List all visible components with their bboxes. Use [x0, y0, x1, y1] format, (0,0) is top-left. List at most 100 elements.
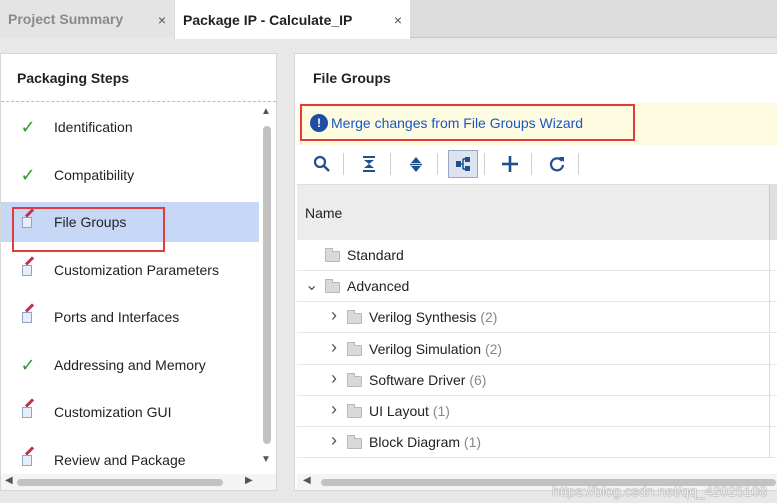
file-group-name: Software Driver (6) — [369, 372, 486, 388]
search-icon[interactable] — [307, 150, 337, 178]
refresh-icon[interactable] — [542, 150, 572, 178]
file-count: (2) — [484, 340, 503, 357]
chevron-right-icon[interactable]: › — [331, 430, 337, 451]
step-item[interactable]: Ports and Interfaces — [1, 297, 259, 337]
checkmark-icon: ✓ — [20, 117, 36, 137]
vertical-scrollbar[interactable]: ▲ ▼ — [260, 102, 274, 472]
highlight-box — [300, 104, 635, 141]
folder-icon — [325, 279, 340, 294]
tab-package-ip[interactable]: Package IP - Calculate_IP × — [175, 0, 410, 39]
column-divider — [769, 396, 770, 427]
step-label: Compatibility — [54, 166, 135, 183]
folder-icon — [347, 341, 362, 356]
column-divider — [769, 271, 770, 303]
folder-icon — [325, 248, 340, 262]
close-icon[interactable]: × — [394, 12, 402, 28]
file-count: (1) — [432, 403, 450, 419]
step-label: Customization GUI — [54, 404, 172, 420]
folder-icon — [347, 310, 362, 325]
folder-icon — [347, 372, 362, 387]
file-groups-panel: File Groups ! Merge changes from File Gr… — [294, 53, 777, 491]
file-groups-toolbar — [297, 146, 777, 182]
chevron-down-icon[interactable]: ⌄ — [305, 275, 318, 295]
tree-row[interactable]: ⌄ Advanced — [297, 271, 777, 303]
collapse-all-icon[interactable] — [354, 150, 384, 178]
tab-label: Package IP - Calculate_IP — [183, 11, 353, 28]
column-divider — [769, 302, 770, 334]
tab-label: Project Summary — [8, 11, 124, 27]
column-header-name[interactable]: Name — [297, 184, 769, 240]
step-label: Ports and Interfaces — [54, 309, 180, 325]
horizontal-scrollbar[interactable]: ◀ ▶ — [1, 474, 276, 490]
packaging-steps-list: ✓ Identification ✓ Compatibility File Groups… — [1, 103, 259, 473]
file-group-label: Advanced — [347, 278, 410, 295]
checkmark-icon: ✓ — [20, 354, 36, 375]
step-item[interactable]: ✓ Identification — [1, 107, 259, 147]
column-header-edge — [769, 184, 777, 240]
tree-row[interactable]: › Verilog Simulation (2) — [297, 333, 777, 365]
tree-row[interactable]: › UI Layout (1) — [297, 396, 777, 427]
file-group-name: Standard — [347, 247, 404, 263]
file-group-label: Standard — [347, 247, 404, 263]
step-label: Review and Package — [54, 451, 186, 468]
file-group-name: Verilog Simulation (2) — [369, 341, 502, 357]
expand-all-icon[interactable] — [401, 150, 431, 178]
step-item[interactable]: ✓ Compatibility — [1, 155, 259, 195]
scroll-thumb[interactable] — [263, 126, 271, 444]
tree-row[interactable]: › Verilog Synthesis (2) — [297, 302, 777, 334]
panel-title: File Groups — [313, 70, 391, 86]
file-groups-tree: Standard ⌄ Advanced › Verilog Synthesis (2) ›… — [297, 240, 777, 475]
edit-icon — [19, 255, 37, 279]
column-divider — [769, 427, 770, 459]
scroll-up-icon[interactable]: ▲ — [261, 106, 271, 117]
file-group-name: Advanced — [347, 278, 409, 294]
checkmark-icon: ✓ — [20, 164, 36, 185]
tree-row[interactable]: › Block Diagram (1) — [297, 427, 777, 459]
step-item[interactable]: Customization GUI — [1, 392, 259, 432]
step-label: Identification — [54, 119, 133, 135]
chevron-right-icon[interactable]: › — [331, 305, 337, 326]
add-icon[interactable] — [495, 150, 525, 178]
edit-icon — [19, 303, 37, 326]
panel-title: Packaging Steps — [1, 54, 276, 102]
column-divider — [769, 333, 770, 365]
editor-tab-bar: Project Summary × Package IP - Calculate… — [0, 0, 777, 39]
file-group-name: UI Layout (1) — [369, 403, 450, 419]
chevron-right-icon[interactable]: › — [331, 337, 337, 358]
folder-icon — [347, 435, 362, 450]
file-group-name: Verilog Synthesis (2) — [369, 309, 497, 325]
packaging-steps-panel: Packaging Steps ✓ Identification ✓ Compatib… — [0, 53, 277, 491]
column-divider — [769, 240, 770, 271]
step-item[interactable]: Review and Package — [1, 440, 259, 474]
tree-row[interactable]: Standard — [297, 240, 777, 271]
step-item[interactable]: Customization Parameters — [1, 250, 259, 290]
file-group-label: UI Layout — [369, 403, 429, 419]
scroll-down-icon[interactable]: ▼ — [261, 454, 271, 465]
edit-icon — [19, 398, 37, 421]
step-label: Addressing and Memory — [54, 356, 206, 373]
file-count: (6) — [469, 371, 487, 388]
column-divider — [769, 364, 770, 396]
watermark: https://blog.csdn.net/qq_42025108 — [552, 483, 767, 499]
file-group-label: Block Diagram — [369, 434, 461, 451]
file-group-name: Block Diagram (1) — [369, 434, 481, 450]
step-item[interactable]: ✓ Addressing and Memory — [1, 345, 259, 385]
chevron-right-icon[interactable]: › — [331, 399, 337, 420]
scroll-left-icon[interactable]: ◀ — [303, 475, 311, 486]
file-group-label: Software Driver — [369, 371, 466, 388]
file-group-label: Verilog Simulation — [369, 340, 482, 357]
close-icon[interactable]: × — [158, 12, 166, 28]
scroll-right-icon[interactable]: ▶ — [245, 475, 253, 486]
scroll-thumb[interactable] — [17, 479, 223, 486]
file-count: (1) — [463, 434, 482, 451]
hierarchy-icon[interactable] — [448, 150, 478, 178]
folder-icon — [347, 404, 362, 418]
edit-icon — [19, 445, 37, 469]
chevron-right-icon[interactable]: › — [331, 368, 337, 389]
file-count: (2) — [480, 309, 498, 326]
tree-row[interactable]: › Software Driver (6) — [297, 364, 777, 396]
step-label: Customization Parameters — [54, 261, 219, 278]
scroll-left-icon[interactable]: ◀ — [5, 475, 13, 486]
file-group-label: Verilog Synthesis — [369, 309, 477, 326]
tab-project-summary[interactable]: Project Summary × — [0, 0, 174, 38]
